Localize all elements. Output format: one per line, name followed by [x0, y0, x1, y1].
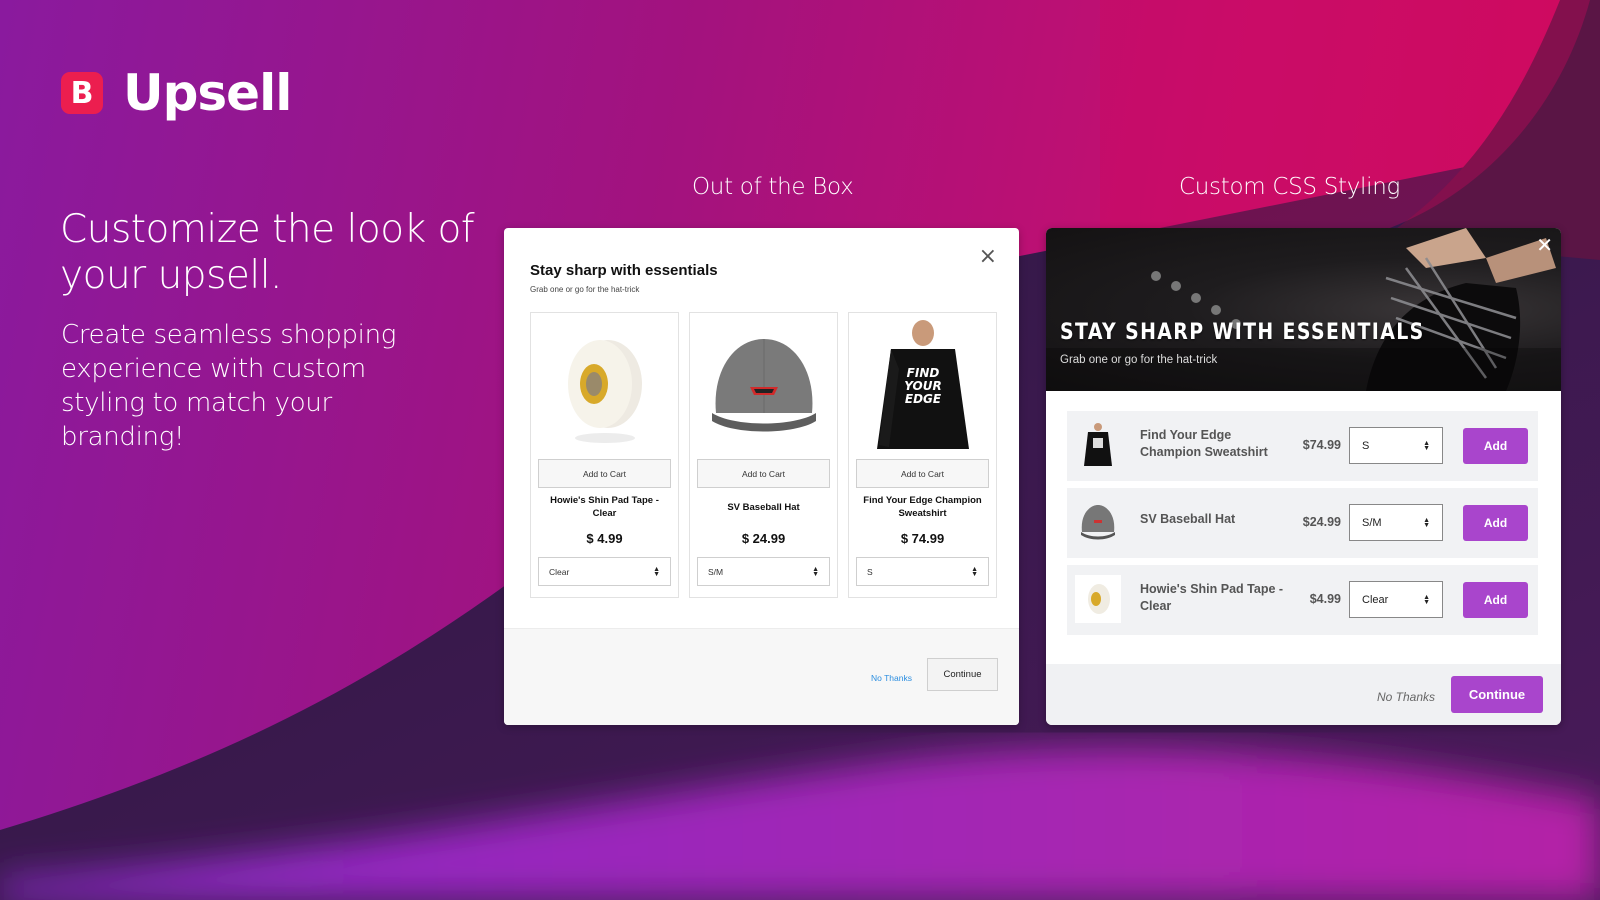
select-arrows-icon: ▲ ▼	[653, 565, 660, 578]
product-price: $ 24.99	[741, 531, 786, 546]
brand-logo: B Upsell	[61, 64, 292, 122]
select-arrows-icon: ▲ ▼	[971, 565, 978, 578]
label-out-of-box: Out of the Box	[692, 174, 854, 200]
baseball-hat-image	[690, 317, 837, 455]
print-line: EDGE	[904, 392, 941, 406]
baseball-hat-thumbnail	[1075, 498, 1121, 546]
headline: Customize the look of your upsell.	[60, 207, 475, 298]
sweatshirt-image: FIND YOUR EDGE	[849, 317, 996, 455]
custom-upsell-modal: ✕ STAY SHARP WITH ESSENTIALS Grab one or…	[1046, 228, 1561, 725]
product-price: $ 4.99	[586, 531, 623, 546]
select-arrows-icon: ▲ ▼	[1423, 439, 1430, 452]
add-to-cart-button[interactable]: Add to Cart	[697, 459, 830, 488]
close-icon[interactable]: ×	[979, 246, 997, 268]
variant-select[interactable]: Clear ▲ ▼	[1349, 581, 1443, 618]
variant-value: Clear	[549, 566, 570, 577]
variant-select[interactable]: S ▲ ▼	[856, 557, 989, 586]
modal-title: Stay sharp with essentials	[530, 262, 718, 279]
product-name: SV Baseball Hat	[1140, 512, 1236, 526]
variant-select[interactable]: S/M ▲ ▼	[1349, 504, 1443, 541]
variant-select[interactable]: Clear ▲ ▼	[538, 557, 671, 586]
tape-roll-image	[531, 317, 678, 455]
subcopy: Create seamless shopping experience with…	[61, 320, 397, 452]
add-button[interactable]: Add	[1463, 428, 1528, 464]
sweatshirt-thumbnail	[1075, 421, 1121, 469]
add-to-cart-button[interactable]: Add to Cart	[856, 459, 989, 488]
add-button[interactable]: Add	[1463, 505, 1528, 541]
product-name: Howie's Shin Pad Tape - Clear	[550, 495, 659, 519]
product-name: SV Baseball Hat	[727, 501, 800, 513]
skate-lacing-image	[1046, 228, 1561, 391]
product-name: Howie's Shin Pad Tape - Clear	[1140, 582, 1284, 613]
product-price: $4.99	[1309, 592, 1341, 606]
modal-title: STAY SHARP WITH ESSENTIALS	[1060, 320, 1425, 345]
select-arrows-icon: ▲ ▼	[812, 565, 819, 578]
product-card: Add to Cart SV Baseball Hat $ 24.99 S/M …	[689, 312, 838, 598]
continue-button[interactable]: Continue	[927, 658, 998, 691]
variant-select[interactable]: S ▲ ▼	[1349, 427, 1443, 464]
variant-select[interactable]: S/M ▲ ▼	[697, 557, 830, 586]
variant-value: S	[867, 566, 873, 577]
print-line: FIND	[906, 366, 939, 380]
product-row: SV Baseball Hat $24.99 S/M ▲ ▼ Add	[1067, 488, 1538, 558]
variant-value: S/M	[1362, 516, 1382, 529]
select-arrows-icon: ▲ ▼	[1423, 593, 1430, 606]
label-custom-css: Custom CSS Styling	[1179, 174, 1400, 200]
logo-badge-icon: B	[61, 72, 103, 114]
no-thanks-link[interactable]: No Thanks	[1377, 690, 1435, 704]
brand-name: Upsell	[123, 64, 292, 122]
hero-banner: ✕ STAY SHARP WITH ESSENTIALS Grab one or…	[1046, 228, 1561, 391]
add-button[interactable]: Add	[1463, 582, 1528, 618]
variant-value: S/M	[708, 566, 724, 577]
product-card: FIND YOUR EDGE Add to Cart Find Your Edg…	[848, 312, 997, 598]
continue-button[interactable]: Continue	[1451, 676, 1543, 713]
product-price: $24.99	[1302, 515, 1341, 529]
variant-value: S	[1362, 439, 1370, 452]
tape-roll-thumbnail	[1075, 575, 1121, 623]
product-price: $74.99	[1302, 438, 1341, 452]
select-arrows-icon: ▲ ▼	[1423, 516, 1430, 529]
no-thanks-link[interactable]: No Thanks	[871, 673, 912, 683]
default-upsell-modal: × Stay sharp with essentials Grab one or…	[504, 228, 1019, 725]
product-cards: Add to Cart Howie's Shin Pad Tape - Clea…	[530, 312, 997, 598]
product-card: Add to Cart Howie's Shin Pad Tape - Clea…	[530, 312, 679, 598]
add-to-cart-button[interactable]: Add to Cart	[538, 459, 671, 488]
product-row: Find Your Edge Champion Sweatshirt $74.9…	[1067, 411, 1538, 481]
close-icon[interactable]: ✕	[1536, 235, 1553, 255]
modal-subtitle: Grab one or go for the hat-trick	[530, 285, 640, 294]
product-list: Find Your Edge Champion Sweatshirt $74.9…	[1067, 411, 1538, 642]
variant-value: Clear	[1362, 593, 1389, 606]
print-line: YOUR	[904, 379, 941, 393]
product-name: Find Your Edge Champion Sweatshirt	[1140, 428, 1268, 459]
product-name: Find Your Edge Champion Sweatshirt	[863, 495, 982, 519]
product-price: $ 74.99	[900, 531, 945, 546]
modal-subtitle: Grab one or go for the hat-trick	[1060, 354, 1218, 366]
product-row: Howie's Shin Pad Tape - Clear $4.99 Clea…	[1067, 565, 1538, 635]
